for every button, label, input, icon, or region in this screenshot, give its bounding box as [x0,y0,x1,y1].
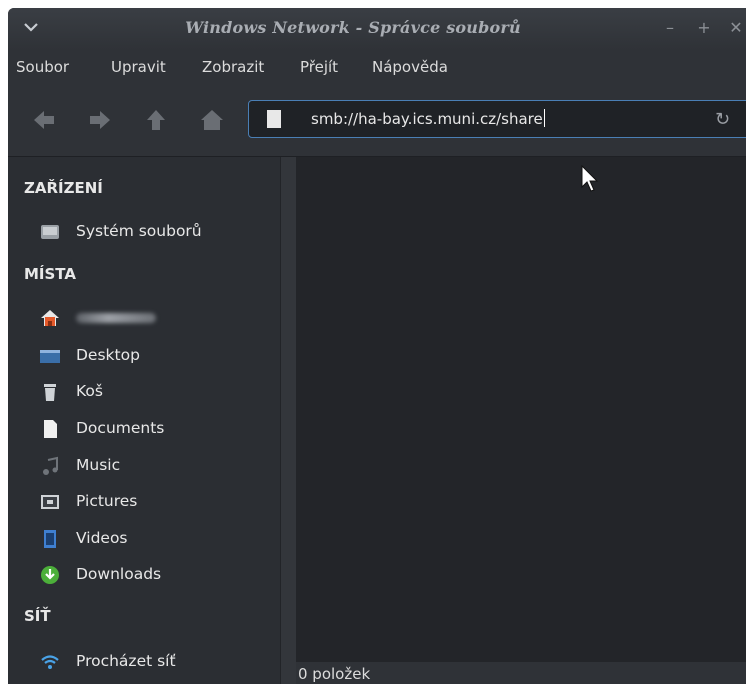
reload-icon[interactable]: ↻ [715,109,735,130]
menu-file[interactable]: Soubor [16,58,69,76]
status-bar: 0 položek [296,662,746,684]
close-icon[interactable]: ✕ [728,20,744,36]
file-icon [267,110,281,128]
window-title: Windows Network - Správce souborů [185,18,521,37]
title-bar[interactable]: Windows Network - Správce souborů – + ✕ [8,8,746,50]
document-icon [44,420,57,438]
redacted-username [76,313,156,323]
sidebar: ZAŘÍZENÍ Systém souborů MÍSTA Desktop Ko… [8,157,280,684]
sidebar-item-videos[interactable]: Videos [40,526,270,552]
wifi-icon [41,655,59,669]
video-icon [44,530,56,548]
location-bar[interactable]: smb://ha-bay.ics.muni.cz/share ↻ [248,100,746,138]
item-count: 0 položek [298,665,371,683]
home-icon[interactable] [198,106,226,134]
drive-icon [41,225,59,239]
menu-bar: Soubor Upravit Zobrazit Přejít Nápověda [8,50,746,84]
section-devices: ZAŘÍZENÍ [24,179,103,197]
sidebar-item-trash[interactable]: Koš [40,379,270,405]
sidebar-item-filesystem[interactable]: Systém souborů [40,219,270,245]
trash-icon [44,384,56,401]
menu-help[interactable]: Nápověda [372,58,448,76]
home-folder-icon [41,310,59,326]
forward-arrow-icon[interactable] [86,106,114,134]
menu-go[interactable]: Přejít [300,58,338,76]
music-icon [43,456,58,475]
section-network: SÍŤ [24,607,51,625]
picture-icon [41,495,59,509]
sidebar-item-home[interactable] [40,305,270,331]
menu-view[interactable]: Zobrazit [202,58,264,76]
sidebar-item-downloads[interactable]: Downloads [40,562,270,588]
location-input[interactable]: smb://ha-bay.ics.muni.cz/share [311,109,545,128]
minimize-icon[interactable]: – [662,20,678,36]
back-arrow-icon[interactable] [30,106,58,134]
up-arrow-icon[interactable] [142,106,170,134]
mouse-cursor-icon [581,165,599,192]
sidebar-item-documents[interactable]: Documents [40,416,270,442]
download-icon [41,566,59,584]
pane-splitter[interactable] [280,157,297,684]
file-manager-window: Windows Network - Správce souborů – + ✕ … [8,8,746,684]
desktop-icon [40,350,60,363]
toolbar: smb://ha-bay.ics.muni.cz/share ↻ [8,84,746,157]
menu-edit[interactable]: Upravit [111,58,166,76]
maximize-icon[interactable]: + [696,20,712,36]
sidebar-item-pictures[interactable]: Pictures [40,489,270,515]
sidebar-item-desktop[interactable]: Desktop [40,343,270,369]
sidebar-item-music[interactable]: Music [40,453,270,479]
section-places: MÍSTA [24,265,76,283]
sidebar-item-browse-network[interactable]: Procházet síť [40,649,270,675]
file-view[interactable] [296,157,746,662]
